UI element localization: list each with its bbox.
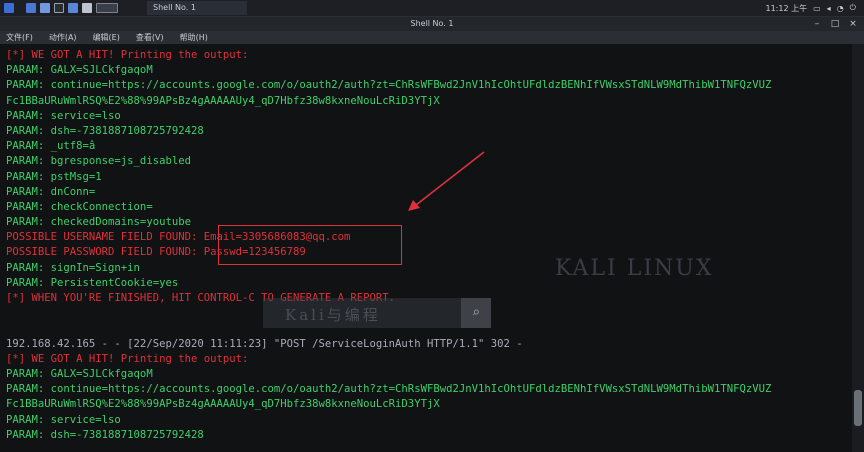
watermark-search-box: Kali与编程 ⌕ xyxy=(263,298,491,328)
watermark-search-text: Kali与编程 xyxy=(285,306,381,324)
search-icon: ⌕ xyxy=(461,298,491,328)
annotation-arrow-icon xyxy=(408,151,485,211)
scrollbar-thumb[interactable] xyxy=(854,390,862,426)
terminal-scrollbar[interactable] xyxy=(852,44,864,452)
